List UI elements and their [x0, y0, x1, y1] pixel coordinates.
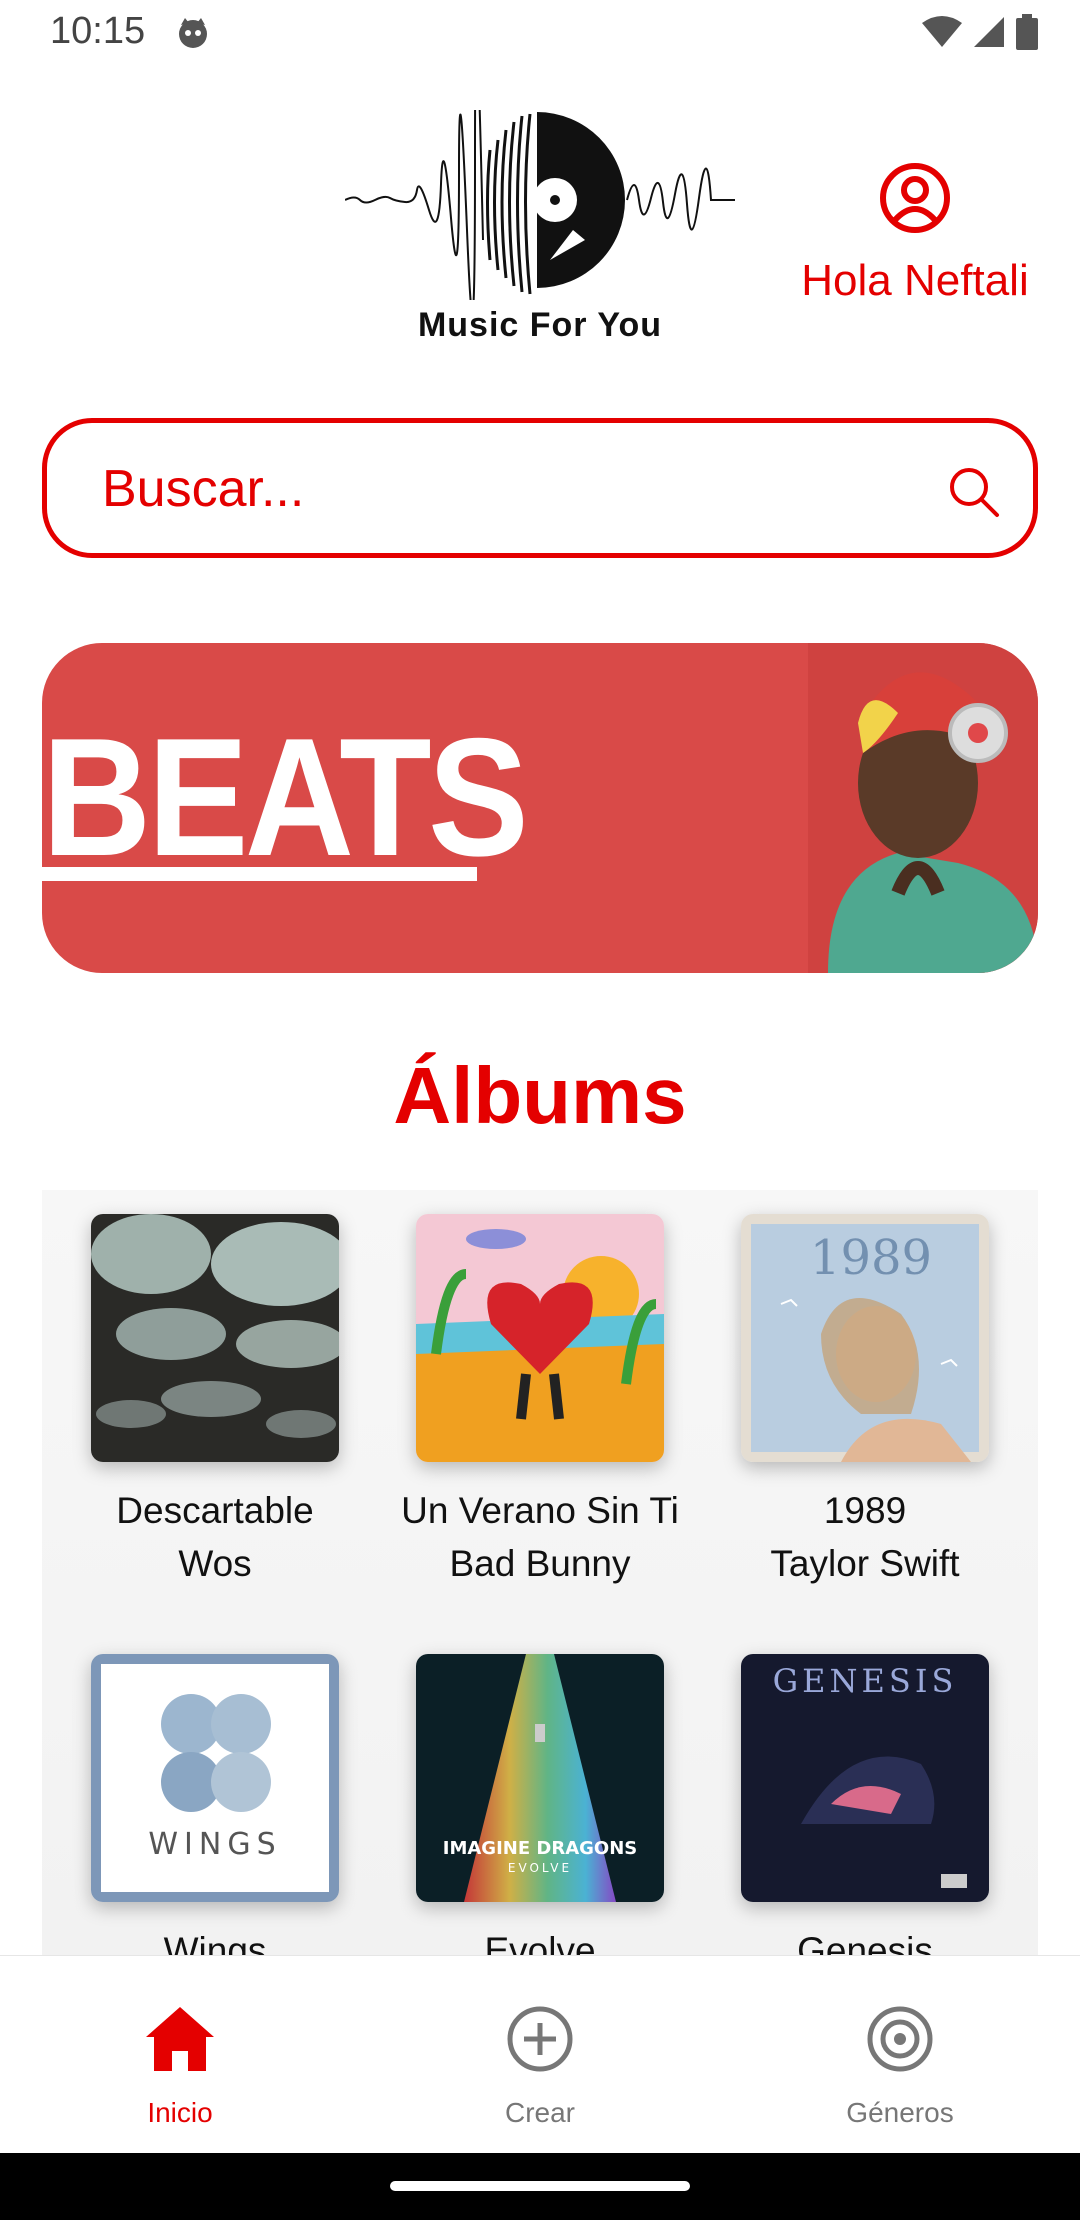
nav-label: Géneros: [846, 2097, 954, 2128]
search-input[interactable]: [102, 451, 902, 527]
album-title: Un Verano Sin Ti: [401, 1490, 679, 1531]
logo-text: Music For You: [417, 306, 663, 344]
album-cover[interactable]: GENESIS: [741, 1654, 989, 1902]
nav-item-inicio[interactable]: Inicio: [80, 2001, 280, 2129]
notification-app-icon: [179, 18, 207, 48]
home-icon[interactable]: [142, 2001, 218, 2077]
albums-grid: Descartable Wos Un Verano Sin Ti Bad Bun…: [42, 1190, 1038, 1971]
search-icon[interactable]: [947, 465, 1001, 519]
nav-item-generos[interactable]: Géneros: [800, 2001, 1000, 2129]
album-title: Descartable: [116, 1490, 314, 1531]
album-card-wings[interactable]: WINGS Wings: [50, 1654, 380, 1977]
album-cover[interactable]: IMAGINE DRAGONS EVOLVE: [416, 1654, 664, 1902]
home-gesture-handle[interactable]: [390, 2181, 690, 2191]
album-cover-genesis: GENESIS: [741, 1654, 989, 1902]
status-bar: 10:15: [0, 0, 1080, 70]
target-icon[interactable]: [862, 2001, 938, 2077]
album-cover[interactable]: WINGS: [91, 1654, 339, 1902]
status-time: 10:15: [50, 10, 146, 52]
album-cover-descartable: [91, 1214, 339, 1462]
user-greeting: Hola Neftali: [801, 256, 1029, 305]
cover-text-evolve: EVOLVE: [508, 1861, 572, 1875]
album-card-descartable[interactable]: Descartable Wos: [50, 1214, 380, 1590]
status-icons: [922, 14, 1038, 50]
system-gesture-bar: [0, 2153, 1080, 2220]
promo-banner[interactable]: BEATS: [42, 643, 1038, 973]
nav-label: Crear: [504, 2097, 575, 2128]
album-cover-1989: 1989: [741, 1214, 989, 1462]
album-card-1989[interactable]: 1989 1989 Taylor Swift: [700, 1214, 1030, 1590]
cover-text-1989: 1989: [810, 1230, 932, 1286]
banner-text: BEATS: [42, 703, 529, 891]
app-logo: Music For You: [344, 40, 735, 350]
album-artist: Taylor Swift: [770, 1543, 960, 1584]
album-cover[interactable]: 1989: [741, 1214, 989, 1462]
app-screen: 10:15 Music For You Hola Neftali Buscar.…: [0, 0, 1080, 2220]
album-card-genesis[interactable]: GENESIS Genesis: [700, 1654, 1030, 1977]
nav-label: Inicio: [147, 2097, 213, 2128]
add-circle-icon[interactable]: [502, 2001, 578, 2077]
album-cover-un-verano-sin-ti: [416, 1214, 664, 1462]
wifi-icon: [922, 16, 962, 47]
banner-person-image: [808, 643, 1038, 973]
cover-text-genesis: GENESIS: [773, 1662, 958, 1700]
bottom-navigation: Inicio Crear Géneros: [0, 1955, 1080, 2153]
signal-icon: [974, 17, 1004, 47]
album-cover-wings: WINGS: [91, 1654, 339, 1902]
battery-icon: [1016, 14, 1038, 50]
album-cover[interactable]: [416, 1214, 664, 1462]
album-cover-evolve: IMAGINE DRAGONS EVOLVE: [416, 1654, 664, 1902]
search-bar[interactable]: [42, 418, 1038, 558]
albums-section-title: Álbums: [393, 1051, 687, 1140]
album-card-evolve[interactable]: IMAGINE DRAGONS EVOLVE Evolve: [375, 1654, 705, 1977]
album-title: 1989: [823, 1490, 907, 1531]
album-artist: Bad Bunny: [449, 1543, 631, 1584]
cover-text-band: IMAGINE DRAGONS: [443, 1838, 637, 1859]
cover-text-wings: WINGS: [148, 1827, 281, 1862]
account-circle-icon[interactable]: [879, 162, 951, 234]
vinyl-logo-icon: [344, 40, 735, 315]
nav-item-crear[interactable]: Crear: [440, 2001, 640, 2129]
album-artist: Wos: [178, 1543, 252, 1584]
banner-underline: [42, 867, 477, 881]
user-profile[interactable]: Hola Neftali: [780, 162, 1050, 306]
album-card-un-verano-sin-ti[interactable]: Un Verano Sin Ti Bad Bunny: [375, 1214, 705, 1590]
album-cover[interactable]: [91, 1214, 339, 1462]
